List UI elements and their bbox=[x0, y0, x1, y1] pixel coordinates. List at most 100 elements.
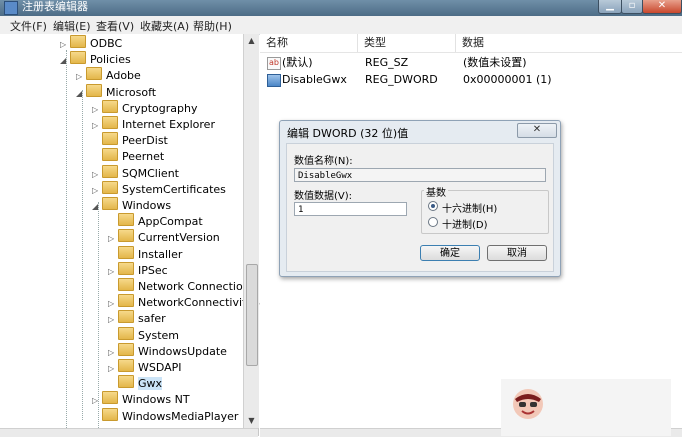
tree-item[interactable]: ▷ ODBC bbox=[60, 35, 122, 51]
folder-icon bbox=[102, 180, 118, 194]
tree-item[interactable]: AppCompat bbox=[108, 213, 203, 229]
folder-icon bbox=[102, 391, 118, 405]
value-name: DisableGwx bbox=[282, 73, 347, 86]
hex-radio[interactable] bbox=[428, 201, 438, 211]
tree-item-label: WindowsMediaPlayer bbox=[122, 409, 239, 423]
dialog-close-icon[interactable]: ✕ bbox=[517, 123, 557, 138]
tree-item[interactable]: ▷ SystemCertificates bbox=[92, 180, 226, 197]
column-header-name[interactable]: 名称 bbox=[260, 34, 358, 52]
header-divider bbox=[260, 52, 682, 53]
tree-item-label: safer bbox=[138, 312, 166, 326]
tree-item[interactable]: ▷ CurrentVersion bbox=[108, 229, 220, 245]
menu-favorites[interactable]: 收藏夹(A) bbox=[140, 18, 189, 34]
tree-item[interactable]: Installer bbox=[108, 245, 182, 262]
dec-radio[interactable] bbox=[428, 217, 438, 227]
tree-item[interactable]: ▷ safer bbox=[108, 310, 166, 326]
ok-button[interactable]: 确定 bbox=[420, 245, 480, 261]
folder-icon bbox=[118, 294, 134, 308]
tree-guide-line bbox=[66, 50, 67, 430]
value-row[interactable]: DisableGwx REG_DWORD 0x00000001 (1) bbox=[260, 72, 682, 88]
folder-icon bbox=[70, 51, 86, 65]
value-data-input[interactable]: 1 bbox=[294, 202, 407, 216]
value-name-label: 数值名称(N): bbox=[294, 156, 353, 167]
tree-item[interactable]: ◢ Windows bbox=[92, 197, 171, 213]
tree-item[interactable]: ▷ IPSec bbox=[108, 261, 168, 278]
tree-item-label: PeerDist bbox=[122, 134, 168, 148]
tree-item[interactable]: ▷ WindowsUpdate bbox=[108, 342, 227, 359]
folder-icon bbox=[118, 310, 134, 324]
menu-view[interactable]: 查看(V) bbox=[96, 18, 134, 34]
value-name: (默认) bbox=[282, 56, 313, 69]
value-data: (数值未设置) bbox=[463, 56, 527, 69]
folder-icon bbox=[118, 359, 134, 372]
registry-tree[interactable]: ▷ ODBC ◢ Policies ▷ Adobe ◢ Microsoft ▷ Cryptogra… bbox=[0, 34, 271, 436]
tree-item[interactable]: ▷ SQMClient bbox=[92, 164, 179, 181]
tree-item[interactable]: System bbox=[108, 326, 179, 343]
folder-icon bbox=[102, 407, 118, 421]
tree-item[interactable]: ▷ WSDAPI bbox=[108, 359, 182, 375]
close-button[interactable]: ✕ bbox=[642, 0, 682, 14]
tree-item-label: Cryptography bbox=[122, 101, 198, 115]
tree-item-label: Gwx bbox=[138, 377, 163, 391]
mascot-logo-icon bbox=[513, 389, 543, 419]
tree-item[interactable]: PeerDist bbox=[92, 132, 168, 148]
scroll-down-icon[interactable]: ▼ bbox=[244, 414, 259, 428]
column-header-data[interactable]: 数据 bbox=[456, 34, 682, 52]
menu-file[interactable]: 文件(F) bbox=[10, 18, 47, 34]
scroll-up-icon[interactable]: ▲ bbox=[244, 34, 259, 48]
tree-item[interactable]: Network Connections bbox=[108, 278, 255, 294]
expander-icon[interactable]: ◢ bbox=[60, 53, 70, 69]
tree-item-label: AppCompat bbox=[138, 215, 203, 229]
tree-item-label: SystemCertificates bbox=[122, 182, 226, 196]
folder-icon bbox=[102, 164, 118, 178]
folder-icon bbox=[86, 83, 102, 97]
tree-item[interactable]: ▷ Adobe bbox=[76, 67, 141, 83]
base-groupbox: 基数 十六进制(H) 十进制(D) bbox=[421, 184, 549, 234]
tree-item-label: Microsoft bbox=[106, 85, 157, 99]
tree-guide-line bbox=[98, 202, 99, 432]
tree-item[interactable]: Peernet bbox=[92, 148, 164, 164]
tree-item[interactable]: WindowsMediaPlayer bbox=[92, 407, 239, 424]
cancel-button[interactable]: 取消 bbox=[487, 245, 547, 261]
tree-item[interactable]: ◢ Microsoft bbox=[76, 83, 157, 102]
value-name-field: DisableGwx bbox=[294, 168, 546, 182]
minimize-button[interactable]: ▁ bbox=[598, 0, 622, 14]
tree-item[interactable]: ▷ Windows NT bbox=[92, 391, 190, 407]
tree-item[interactable]: ▷ Internet Explorer bbox=[92, 116, 215, 132]
scroll-thumb[interactable] bbox=[246, 264, 258, 366]
tree-vertical-scrollbar[interactable]: ▲ ▼ bbox=[243, 34, 259, 428]
menu-edit[interactable]: 编辑(E) bbox=[53, 18, 91, 34]
expander-icon[interactable]: ◢ bbox=[76, 86, 86, 102]
edit-dword-dialog[interactable]: 编辑 DWORD (32 位)值 ✕ 数值名称(N): DisableGwx 数… bbox=[279, 120, 561, 277]
tree-guide-line bbox=[82, 90, 83, 420]
folder-icon bbox=[102, 197, 118, 210]
regedit-app-icon bbox=[4, 1, 18, 15]
folder-icon bbox=[118, 261, 134, 275]
tree-item-label: SQMClient bbox=[122, 166, 179, 180]
folder-icon bbox=[70, 35, 86, 48]
expander-icon[interactable]: ◢ bbox=[92, 199, 102, 215]
folder-icon bbox=[102, 148, 118, 162]
tree-item-label: WindowsUpdate bbox=[138, 344, 227, 358]
hex-radio-label[interactable]: 十六进制(H) bbox=[442, 200, 497, 215]
tree-item-label: WSDAPI bbox=[138, 361, 182, 374]
menu-help[interactable]: 帮助(H) bbox=[193, 18, 232, 34]
dec-radio-label[interactable]: 十进制(D) bbox=[442, 216, 488, 231]
tree-item[interactable]: ◢ Policies bbox=[60, 51, 131, 67]
tree-item-label: Internet Explorer bbox=[122, 118, 215, 131]
value-row[interactable]: ab (默认) REG_SZ (数值未设置) bbox=[260, 55, 682, 71]
folder-icon bbox=[86, 67, 102, 81]
tree-item-label: IPSec bbox=[138, 263, 168, 277]
tree-item[interactable]: Gwx bbox=[108, 375, 163, 391]
column-header-type[interactable]: 类型 bbox=[358, 34, 456, 52]
folder-icon bbox=[102, 116, 118, 129]
maximize-button[interactable]: ▫ bbox=[621, 0, 643, 14]
tree-item[interactable]: ▷ Cryptography bbox=[92, 99, 198, 116]
folder-icon bbox=[118, 278, 134, 291]
tree-item-label: Adobe bbox=[106, 69, 141, 83]
value-data-label: 数值数据(V): bbox=[294, 191, 353, 202]
value-type: REG_DWORD bbox=[365, 73, 438, 86]
folder-icon bbox=[118, 213, 134, 227]
tree-item-label: Policies bbox=[90, 53, 131, 67]
folder-icon bbox=[118, 229, 134, 243]
